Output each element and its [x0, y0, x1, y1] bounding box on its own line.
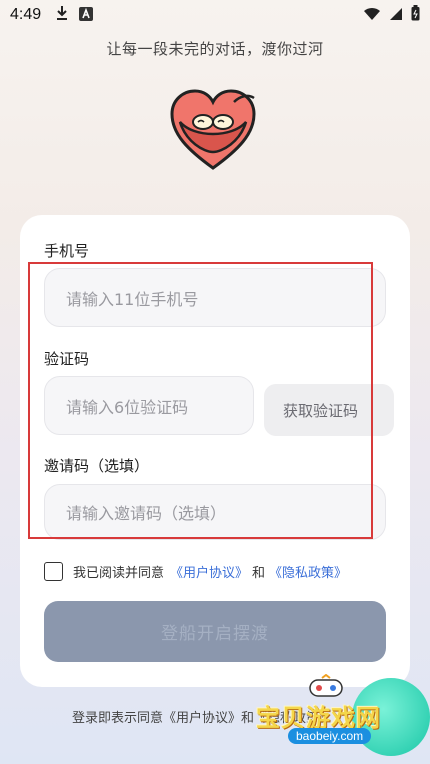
phone-input-placeholder: 请输入11位手机号	[66, 289, 199, 309]
get-code-button[interactable]: 获取验证码	[264, 384, 394, 436]
tagline: 让每一段未完的对话，渡你过河	[106, 40, 324, 58]
invite-input[interactable]: 请输入邀请码（选填）	[44, 484, 386, 540]
gamepad-icon	[308, 673, 344, 700]
cellular-icon	[389, 6, 403, 25]
status-indicators	[363, 5, 420, 25]
phone-input[interactable]: 请输入11位手机号	[44, 268, 386, 327]
agreement-and: 和	[252, 566, 266, 581]
download-icon	[55, 5, 69, 25]
watermark: 宝贝游戏网 baobeiy.com	[250, 668, 430, 764]
code-label: 验证码	[44, 350, 90, 368]
phone-label: 手机号	[44, 242, 90, 260]
status-time: 4:49	[10, 6, 42, 23]
invite-label: 邀请码（选填）	[44, 457, 150, 475]
agreement-checkbox[interactable]	[44, 562, 63, 581]
invite-input-placeholder: 请输入邀请码（选填）	[66, 504, 227, 523]
watermark-url: baobeiy.com	[288, 728, 372, 744]
agreement-prefix: 我已阅读并同意	[73, 566, 165, 581]
code-input[interactable]: 请输入6位验证码	[44, 376, 254, 435]
agreement-row: 我已阅读并同意 《用户协议》 和 《隐私政策》	[44, 562, 347, 581]
a-badge-icon	[79, 6, 94, 25]
status-bar: 4:49	[0, 0, 430, 30]
login-button[interactable]: 登船开启摆渡	[44, 601, 386, 662]
battery-icon	[411, 5, 420, 25]
wifi-icon	[363, 6, 381, 25]
app-logo	[168, 86, 258, 172]
privacy-policy-link[interactable]: 《隐私政策》	[269, 562, 347, 581]
code-input-placeholder: 请输入6位验证码	[66, 397, 189, 417]
user-agreement-link[interactable]: 《用户协议》	[170, 562, 248, 581]
